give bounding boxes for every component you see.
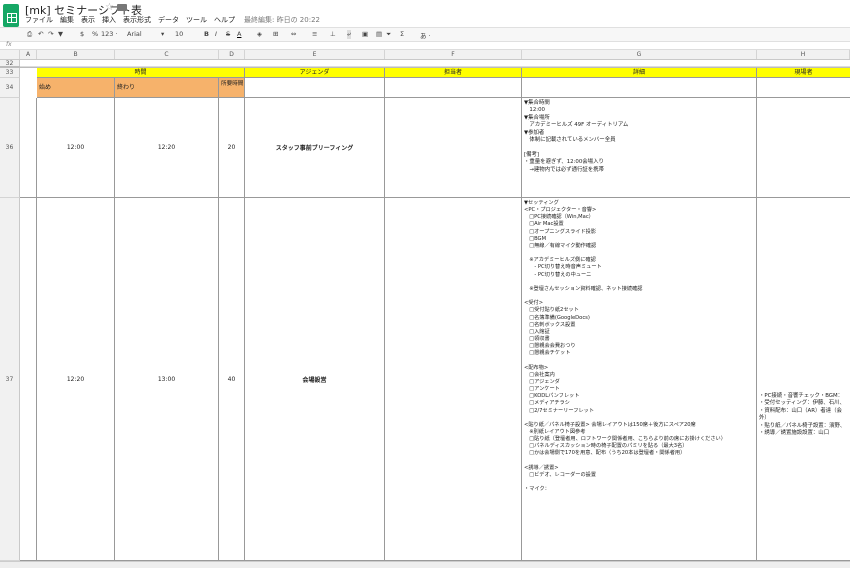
header-start[interactable]: 始め [37, 78, 115, 98]
column-header-h[interactable]: H [757, 50, 850, 59]
header-owner[interactable]: 担当者 [385, 68, 522, 78]
header-agenda[interactable]: アジェンダ [245, 68, 385, 78]
menu-bar: ファイル 編集 表示 挿入 表示形式 データ ツール ヘルプ 最終編集: 昨日の… [25, 15, 327, 27]
cell-staff-37[interactable]: ・PC接続・音響チェック・BGM： ・受付セッティング：伊藤、石川、 ・資料配布… [757, 198, 850, 561]
percent-button[interactable]: % [92, 30, 98, 38]
print-icon[interactable]: ⎙ [27, 30, 32, 39]
column-header-c[interactable]: C [115, 50, 219, 59]
cell-detail-36[interactable]: ▼集合時間 12:00 ▼集合場所 アカデミーヒルズ 49F オーディトリアム … [522, 98, 757, 198]
fill-color-icon[interactable]: ◈ [257, 30, 262, 38]
menu-tools[interactable]: ツール [186, 15, 207, 27]
header-time[interactable]: 時間 [37, 68, 245, 78]
header-duration[interactable]: 所要時間 [219, 78, 245, 98]
select-all-corner[interactable] [0, 50, 20, 59]
insert-comment-icon[interactable]: ▣ [362, 30, 368, 38]
column-header-g[interactable]: G [522, 50, 757, 59]
row-header-37[interactable]: 37 [0, 198, 20, 561]
cell-owner-36[interactable] [385, 98, 522, 198]
cell-owner-37[interactable] [385, 198, 522, 561]
header-detail[interactable]: 詳細 [522, 68, 757, 78]
cell-a37[interactable] [20, 198, 37, 561]
functions-icon[interactable]: Σ [400, 30, 404, 38]
last-edit-status[interactable]: 最終編集: 昨日の 20:22 [244, 15, 320, 27]
cell-f34[interactable] [385, 78, 522, 98]
cell-duration-37[interactable]: 40 [219, 198, 245, 561]
text-color-button[interactable]: A [237, 30, 241, 38]
menu-view[interactable]: 表示 [81, 15, 95, 27]
fx-label: fx [6, 41, 12, 48]
cell-end-37[interactable]: 13:00 [115, 198, 219, 561]
toolbar: ⎙ ↶ ↷ ▼ $ % 123 · Arial ▾ 10 B I S A ◈ ⊞… [0, 27, 850, 42]
column-header-d[interactable]: D [219, 50, 245, 59]
undo-icon[interactable]: ↶ [38, 30, 43, 38]
header-end[interactable]: 終わり [115, 78, 219, 98]
column-header-f[interactable]: F [385, 50, 522, 59]
cell-duration-36[interactable]: 20 [219, 98, 245, 198]
menu-edit[interactable]: 編集 [60, 15, 74, 27]
folder-icon[interactable] [117, 4, 127, 11]
row-header-34[interactable]: 34 [0, 78, 20, 98]
formula-bar[interactable]: fx [0, 41, 850, 50]
menu-insert[interactable]: 挿入 [102, 15, 116, 27]
merge-cells-icon[interactable]: ⇔ [291, 30, 296, 38]
cell-a36[interactable] [20, 98, 37, 198]
align-left-icon[interactable]: ≡ [312, 30, 317, 38]
italic-button[interactable]: I [215, 30, 217, 38]
input-tools-button[interactable]: あ · [420, 30, 431, 40]
strikethrough-button[interactable]: S [226, 30, 230, 38]
cell-detail-37[interactable]: ▼セッティング <PC・プロジェクター・音響> □PC接続確認（Win,Mac）… [522, 198, 757, 561]
font-size-dropdown[interactable]: 10 [175, 30, 183, 38]
currency-button[interactable]: $ [80, 30, 84, 38]
vertical-align-icon[interactable]: ⊥ [330, 30, 336, 38]
header-staff[interactable]: 現場者 [757, 68, 850, 78]
menu-file[interactable]: ファイル [25, 15, 53, 27]
menu-data[interactable]: データ [158, 15, 179, 27]
cell-g34[interactable] [522, 78, 757, 98]
cell-agenda-37[interactable]: 会場設営 [245, 198, 385, 561]
cell-start-37[interactable]: 12:20 [37, 198, 115, 561]
menu-format[interactable]: 表示形式 [123, 15, 151, 27]
cell-start-36[interactable]: 12:00 [37, 98, 115, 198]
bold-button[interactable]: B [204, 30, 209, 38]
cell-h34[interactable] [757, 78, 850, 98]
cell-end-36[interactable]: 12:20 [115, 98, 219, 198]
row-header-36[interactable]: 36 [0, 98, 20, 198]
insert-chart-icon[interactable]: ▤ [376, 30, 382, 38]
borders-icon[interactable]: ⊞ [273, 30, 278, 38]
star-icon[interactable]: ☆ [105, 2, 114, 13]
cell-staff-36[interactable] [757, 98, 850, 198]
menu-help[interactable]: ヘルプ [214, 15, 235, 27]
column-header-b[interactable]: B [37, 50, 115, 59]
filter-icon[interactable]: ⏷ [386, 30, 391, 39]
row-32-cells[interactable] [20, 60, 850, 67]
paint-format-icon[interactable]: ▼ [58, 30, 63, 38]
column-header-a[interactable]: A [20, 50, 37, 59]
column-header-e[interactable]: E [245, 50, 385, 59]
font-dropdown-chevron-icon[interactable]: ▾ [161, 30, 164, 38]
sheets-logo-icon[interactable] [3, 4, 19, 27]
font-dropdown[interactable]: Arial [127, 30, 142, 38]
redo-icon[interactable]: ↷ [48, 30, 53, 38]
column-header-bar: A B C D E F G H [0, 50, 850, 60]
cell-e34[interactable] [245, 78, 385, 98]
cell-agenda-36[interactable]: スタッフ事前ブリーフィング [245, 98, 385, 198]
number-format-dropdown[interactable]: 123 · [101, 30, 118, 38]
row-header-33[interactable]: 33 [0, 68, 20, 78]
wrap-text-icon[interactable]: ⤶ [347, 30, 351, 39]
